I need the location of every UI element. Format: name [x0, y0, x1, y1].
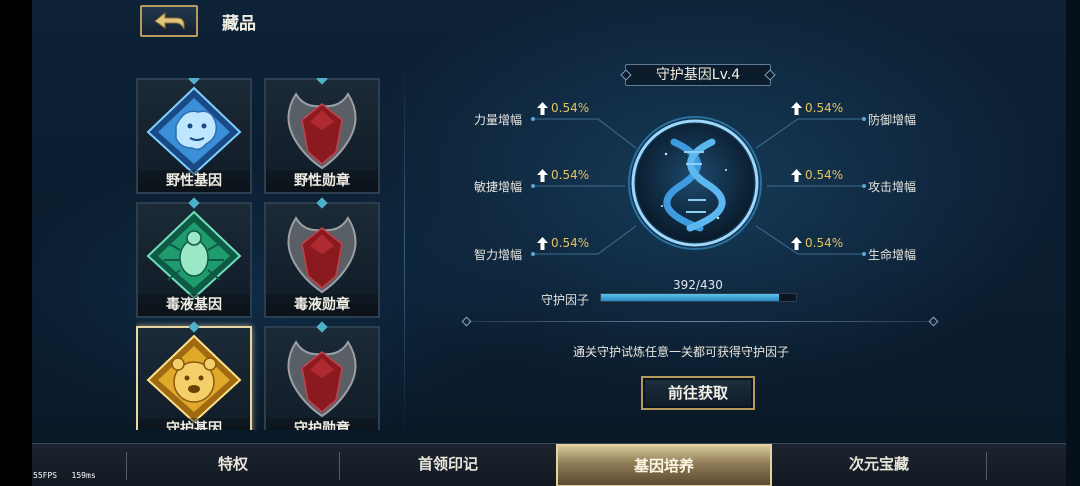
stat-name-health: 生命增幅: [868, 248, 917, 262]
stat-value-agility: 0.54%: [537, 168, 589, 182]
factor-progress-fill: [601, 294, 779, 301]
stat-value-health: 0.54%: [791, 236, 843, 250]
stat-value-text: 0.54%: [551, 236, 590, 250]
stat-value-text: 0.54%: [551, 101, 590, 115]
tab-gene-training[interactable]: 基因培养: [556, 444, 772, 486]
tab-boss-mark[interactable]: 首领印记: [340, 444, 556, 486]
stat-value-text: 0.54%: [805, 101, 844, 115]
stat-name-agility: 敏捷增幅: [474, 180, 523, 194]
factor-progress-text: 392/430: [673, 278, 723, 292]
tab-separator: [986, 452, 987, 480]
ping-value: 159ms: [71, 471, 96, 480]
factor-label: 守护因子: [541, 293, 590, 307]
go-acquire-button[interactable]: 前往获取: [641, 376, 755, 410]
dna-icon: [628, 116, 762, 250]
up-arrow-icon: [537, 236, 548, 250]
fps-counter: 55FPS 159ms: [33, 471, 96, 480]
tab-dimension-treasure[interactable]: 次元宝藏: [772, 444, 986, 486]
up-arrow-icon: [791, 236, 802, 250]
stat-name-defense: 防御增幅: [868, 113, 917, 127]
up-arrow-icon: [791, 101, 802, 115]
stat-name-strength: 力量增幅: [474, 113, 523, 127]
divider-line: [466, 321, 936, 322]
stat-value-attack: 0.54%: [791, 168, 843, 182]
gene-orb: [626, 114, 764, 252]
factor-progress-bar: [600, 293, 797, 302]
stat-value-text: 0.54%: [805, 168, 844, 182]
stat-value-text: 0.54%: [551, 168, 590, 182]
stat-name-attack: 攻击增幅: [868, 180, 917, 194]
up-arrow-icon: [537, 168, 548, 182]
tab-privileges[interactable]: 特权: [127, 444, 339, 486]
stat-value-strength: 0.54%: [537, 101, 589, 115]
stat-value-defense: 0.54%: [791, 101, 843, 115]
stat-name-intelligence: 智力增幅: [474, 248, 523, 262]
bottom-tab-bar: 特权 首领印记 基因培养 次元宝藏: [32, 443, 1066, 486]
fps-value: 55FPS: [33, 471, 58, 480]
up-arrow-icon: [791, 168, 802, 182]
acquire-hint: 通关守护试炼任意一关都可获得守护因子: [573, 345, 790, 359]
stat-value-intelligence: 0.54%: [537, 236, 589, 250]
stat-value-text: 0.54%: [805, 236, 844, 250]
up-arrow-icon: [537, 101, 548, 115]
